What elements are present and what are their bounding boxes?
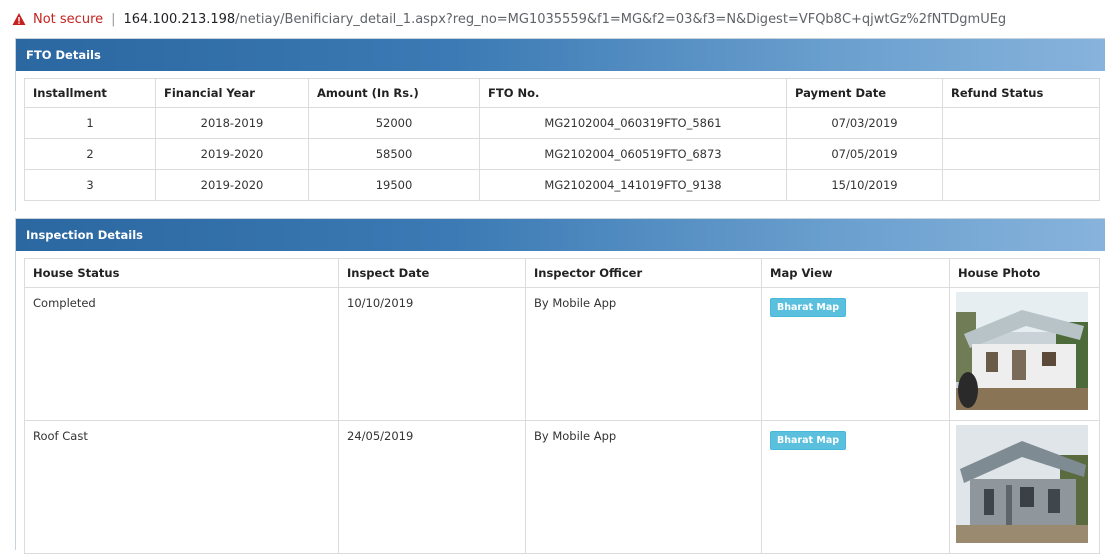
refund-status-cell bbox=[942, 138, 1100, 170]
inspection-panel-title: Inspection Details bbox=[16, 219, 1105, 251]
bharat-map-button[interactable]: Bharat Map bbox=[770, 431, 847, 450]
installment-cell: 1 bbox=[24, 107, 156, 139]
map-view-cell: Bharat Map bbox=[761, 287, 950, 421]
installment-cell: 2 bbox=[24, 138, 156, 170]
fto-col-amount: Amount (In Rs.) bbox=[308, 78, 480, 108]
amount-cell: 19500 bbox=[308, 169, 480, 201]
financial-year-cell: 2019-2020 bbox=[155, 169, 309, 201]
table-row: 1 2018-2019 52000 MG2102004_060319FTO_58… bbox=[24, 107, 1100, 139]
installment-cell: 3 bbox=[24, 169, 156, 201]
url-host: 164.100.213.198 bbox=[123, 11, 236, 27]
fto-col-payment-date: Payment Date bbox=[786, 78, 943, 108]
url-path: /netiay/Benificiary_detail_1.aspx?reg_no… bbox=[235, 11, 1007, 27]
insp-col-house-status: House Status bbox=[24, 258, 339, 288]
inspect-date-cell: 24/05/2019 bbox=[338, 420, 526, 554]
amount-cell: 52000 bbox=[308, 107, 480, 139]
warning-icon bbox=[12, 13, 26, 25]
inspector-officer-cell: By Mobile App bbox=[525, 420, 762, 554]
house-status-cell: Roof Cast bbox=[24, 420, 339, 554]
payment-date-cell: 07/05/2019 bbox=[786, 138, 943, 170]
security-label[interactable]: Not secure bbox=[33, 12, 103, 27]
fto-col-fto-no: FTO No. bbox=[479, 78, 787, 108]
inspector-officer-cell: By Mobile App bbox=[525, 287, 762, 421]
house-status-cell: Completed bbox=[24, 287, 339, 421]
insp-col-inspector-officer: Inspector Officer bbox=[525, 258, 762, 288]
insp-col-inspect-date: Inspect Date bbox=[338, 258, 526, 288]
inspection-table: House Status Inspect Date Inspector Offi… bbox=[24, 258, 1100, 554]
fto-no-cell: MG2102004_060319FTO_5861 bbox=[479, 107, 787, 139]
url-separator: | bbox=[111, 11, 116, 27]
fto-col-installment: Installment bbox=[24, 78, 156, 108]
payment-date-cell: 15/10/2019 bbox=[786, 169, 943, 201]
house-photo[interactable] bbox=[956, 292, 1088, 410]
fto-col-refund-status: Refund Status bbox=[942, 78, 1100, 108]
payment-date-cell: 07/03/2019 bbox=[786, 107, 943, 139]
amount-cell: 58500 bbox=[308, 138, 480, 170]
table-row: Completed 10/10/2019 By Mobile App Bhara… bbox=[24, 287, 1100, 421]
house-photo-cell bbox=[949, 287, 1100, 421]
fto-header-row: Installment Financial Year Amount (In Rs… bbox=[24, 78, 1100, 108]
fto-col-financial-year: Financial Year bbox=[155, 78, 309, 108]
inspection-panel: Inspection Details House Status Inspect … bbox=[15, 218, 1105, 554]
inspection-header-row: House Status Inspect Date Inspector Offi… bbox=[24, 258, 1100, 288]
insp-col-map-view: Map View bbox=[761, 258, 950, 288]
bharat-map-button[interactable]: Bharat Map bbox=[770, 298, 847, 317]
fto-table: Installment Financial Year Amount (In Rs… bbox=[24, 78, 1100, 201]
refund-status-cell bbox=[942, 169, 1100, 201]
house-photo-cell bbox=[949, 420, 1100, 554]
address-bar[interactable]: Not secure | 164.100.213.198/netiay/Beni… bbox=[0, 0, 1105, 38]
url-text[interactable]: 164.100.213.198/netiay/Benificiary_detai… bbox=[124, 12, 1007, 27]
table-row: 2 2019-2020 58500 MG2102004_060519FTO_68… bbox=[24, 138, 1100, 170]
inspect-date-cell: 10/10/2019 bbox=[338, 287, 526, 421]
financial-year-cell: 2019-2020 bbox=[155, 138, 309, 170]
refund-status-cell bbox=[942, 107, 1100, 139]
map-view-cell: Bharat Map bbox=[761, 420, 950, 554]
financial-year-cell: 2018-2019 bbox=[155, 107, 309, 139]
fto-panel-title: FTO Details bbox=[16, 39, 1105, 71]
table-row: 3 2019-2020 19500 MG2102004_141019FTO_91… bbox=[24, 169, 1100, 201]
insp-col-house-photo: House Photo bbox=[949, 258, 1100, 288]
house-photo[interactable] bbox=[956, 425, 1088, 543]
table-row: Roof Cast 24/05/2019 By Mobile App Bhara… bbox=[24, 420, 1100, 554]
fto-panel: FTO Details Installment Financial Year A… bbox=[15, 38, 1105, 211]
fto-no-cell: MG2102004_141019FTO_9138 bbox=[479, 169, 787, 201]
fto-no-cell: MG2102004_060519FTO_6873 bbox=[479, 138, 787, 170]
